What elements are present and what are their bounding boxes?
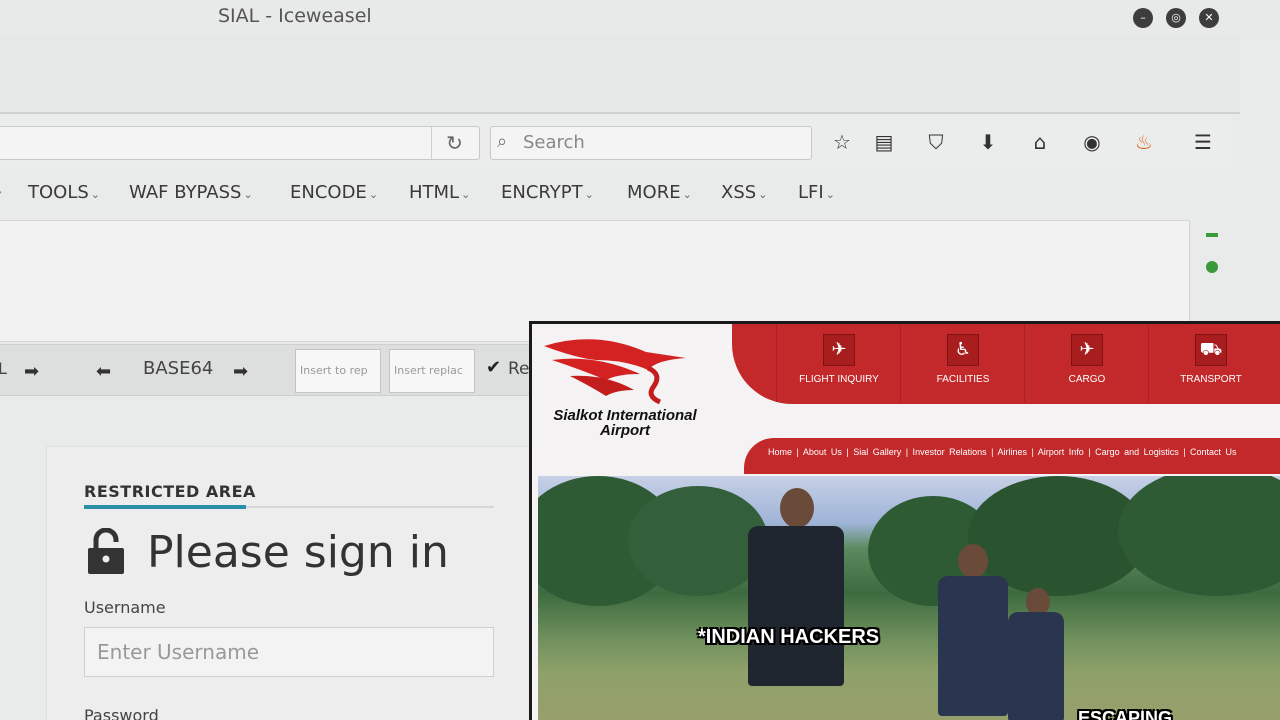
search-input[interactable]: ⌕ Search — [490, 126, 812, 160]
hero-photo: *INDIAN HACKERS ESCAPING — [538, 476, 1280, 720]
replace-checkbox-label: Re — [508, 359, 530, 379]
download-icon[interactable]: ⬇ — [974, 128, 1002, 156]
minimize-icon[interactable]: – — [1133, 8, 1153, 28]
window-titlebar: SIAL - Iceweasel – ◎ ✕ — [0, 0, 1280, 36]
bookmark-star-icon[interactable]: ☆ — [828, 128, 856, 156]
airport-logo — [544, 339, 686, 405]
insert-replace-input[interactable]: Insert replac — [389, 349, 475, 393]
menu-more[interactable]: MORE ⌄ — [627, 182, 692, 203]
menu-waf-bypass[interactable]: WAF BYPASS ⌄ — [129, 182, 253, 203]
plane-icon: ✈ — [823, 334, 855, 366]
arrow-right-icon[interactable]: ➡ — [24, 361, 39, 382]
nav-transport[interactable]: ⛟ TRANSPORT — [1148, 324, 1272, 402]
window-title: SIAL - Iceweasel — [218, 5, 372, 27]
airport-links[interactable]: Home | About Us | Sial Gallery | Investo… — [768, 446, 1280, 458]
insert-to-input[interactable]: Insert to rep — [295, 349, 381, 393]
menu-tools[interactable]: TOOLS ⌄ — [28, 182, 100, 203]
nav-facilities[interactable]: ♿ FACILITIES — [900, 324, 1024, 402]
clipboard-icon[interactable]: ▤ — [870, 128, 898, 156]
username-field[interactable]: Enter Username — [84, 627, 494, 677]
menu-xss[interactable]: XSS ⌄ — [721, 182, 767, 203]
facilities-icon: ♿ — [947, 334, 979, 366]
search-placeholder: Search — [523, 132, 585, 153]
image-caption-secondary: ESCAPING — [1078, 708, 1173, 720]
navigation-toolbar: ↻ ⌕ Search ☆ ▤ ⛉ ⬇ ⌂ ◉ ♨ ☰ — [0, 116, 1232, 168]
airport-top-nav: ✈ FLIGHT INQUIRY ♿ FACILITIES ✈ CARGO ⛟ … — [732, 324, 1280, 404]
reload-icon[interactable]: ↻ — [431, 127, 477, 159]
hackbar-menu: › TOOLS⌄ WAF BYPASS⌄ ENCODE⌄ HTML⌄ ENCRY… — [0, 172, 1232, 214]
airport-link-bar: Home | About Us | Sial Gallery | Investo… — [744, 438, 1280, 474]
car-icon: ⛟ — [1195, 334, 1227, 366]
section-label: RESTRICTED AREA — [84, 482, 256, 501]
menu-encode[interactable]: ENCODE ⌄ — [290, 182, 378, 203]
username-label: Username — [84, 598, 166, 617]
replace-checkbox[interactable]: ✔ — [486, 357, 501, 378]
pocket-icon[interactable]: ⛉ — [922, 128, 950, 156]
arrow-left-icon[interactable]: ⬅ — [96, 361, 111, 382]
menu-lfi[interactable]: LFI ⌄ — [798, 182, 835, 203]
nav-cargo[interactable]: ✈ CARGO — [1024, 324, 1148, 402]
section-underline — [84, 505, 246, 509]
chevron-left-icon[interactable]: › — [0, 182, 2, 201]
menu-encrypt[interactable]: ENCRYPT ⌄ — [501, 182, 594, 203]
cargo-plane-icon: ✈ — [1071, 334, 1103, 366]
password-label: Password — [84, 706, 159, 720]
close-icon[interactable]: ✕ — [1199, 8, 1219, 28]
nav-flight-inquiry[interactable]: ✈ FLIGHT INQUIRY — [776, 324, 900, 402]
menu-icon[interactable]: ☰ — [1189, 128, 1217, 156]
status-dot — [1206, 261, 1218, 273]
firebug-icon[interactable]: ♨ — [1130, 128, 1158, 156]
chat-icon[interactable]: ◉ — [1078, 128, 1106, 156]
page-title: Please sign in — [147, 527, 449, 578]
divider — [246, 506, 494, 508]
airport-website-screenshot: Sialkot International Airport ✈ FLIGHT I… — [529, 321, 1280, 720]
encoder-label-left: L — [0, 359, 7, 378]
encoder-toolbar: L ➡ ⬅ BASE64 ➡ Insert to rep Insert repl… — [0, 344, 540, 396]
image-caption: *INDIAN HACKERS — [698, 626, 880, 648]
tab-strip — [0, 36, 1240, 114]
arrow-right-icon[interactable]: ➡ — [233, 361, 248, 382]
url-bar[interactable]: ↻ — [0, 126, 480, 160]
base64-label: BASE64 — [143, 358, 214, 379]
airport-name: Sialkot International Airport — [553, 407, 697, 439]
menu-html[interactable]: HTML ⌄ — [409, 182, 470, 203]
maximize-icon[interactable]: ◎ — [1166, 8, 1186, 28]
home-icon[interactable]: ⌂ — [1026, 128, 1054, 156]
status-indicator — [1206, 233, 1218, 237]
search-icon: ⌕ — [497, 131, 508, 152]
lock-icon — [88, 528, 124, 574]
